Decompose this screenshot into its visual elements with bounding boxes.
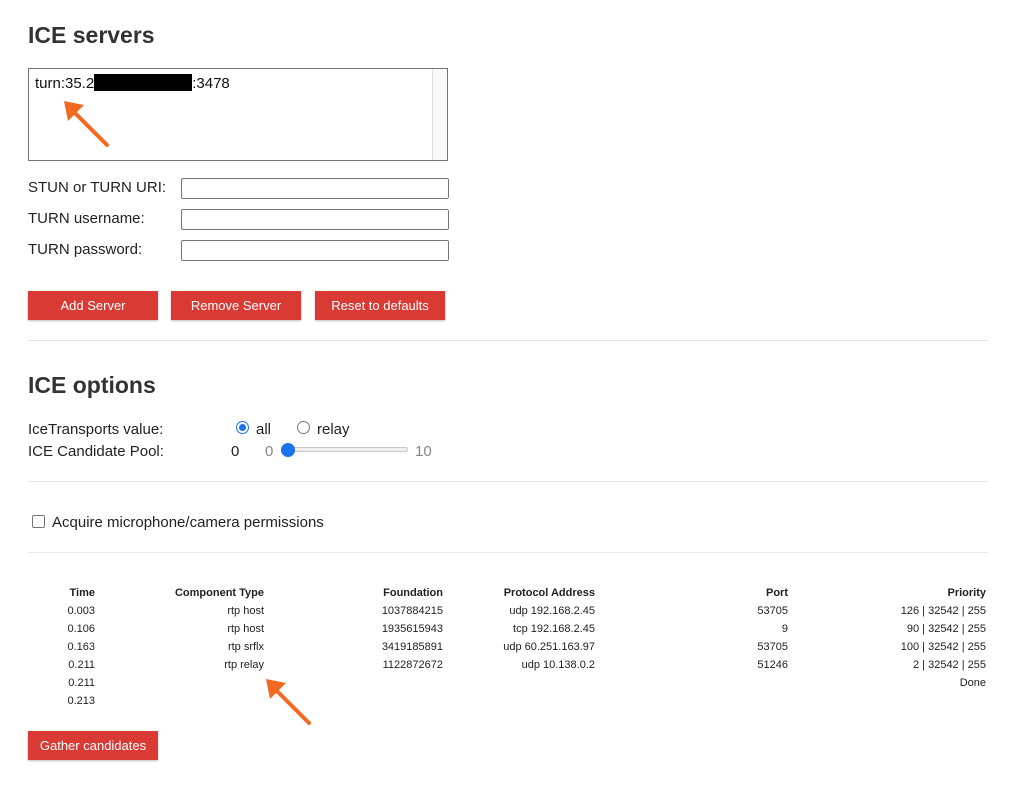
pool-slider[interactable] [282,447,408,452]
cell-port: 53705 [757,641,788,653]
add-server-button[interactable]: Add Server [28,291,158,320]
permissions-label[interactable]: Acquire microphone/camera permissions [52,514,324,531]
cell-component-type [95,674,264,692]
cell-foundation: 3419185891 [381,641,443,653]
cell-port: 51246 [757,659,788,671]
candidates-table: Time Component Type Foundation Protocol … [28,584,986,710]
cell-protocol-address [443,674,595,692]
transport-all-radio[interactable] [236,421,249,434]
ice-candidate-pool-label: ICE Candidate Pool: [28,443,164,460]
remove-server-button[interactable]: Remove Server [171,291,301,320]
cell-priority: 2 | 32542 | 255 [913,659,986,671]
cell-foundation [264,674,443,692]
cell-port: 53705 [757,605,788,617]
table-header-row: Time Component Type Foundation Protocol … [28,584,986,602]
stun-turn-uri-input[interactable] [181,178,449,199]
cell-time: 0.163 [67,641,95,653]
cell-priority: 100 | 32542 | 255 [900,641,986,653]
cell-priority: 90 | 32542 | 255 [906,623,986,635]
divider [28,552,988,553]
cell-component-type: rtp host [227,623,264,635]
cell-component-type: rtp srflx [227,641,264,653]
turn-password-input[interactable] [181,240,449,261]
ice-servers-list[interactable]: turn:35.2 :3478 [28,68,448,161]
cell-protocol-address: tcp 192.168.2.45 [513,623,595,635]
divider [28,481,988,482]
cell-time: 0.211 [68,659,95,671]
pool-min-label: 0 [265,443,274,460]
transport-relay-radio[interactable] [297,421,310,434]
cell-foundation [264,692,443,710]
permissions-checkbox[interactable] [32,515,45,528]
turn-username-input[interactable] [181,209,449,230]
header-foundation: Foundation [383,587,443,599]
table-row: 0.163 rtp srflx 3419185891 udp 60.251.16… [28,638,986,656]
table-row: 0.211 rtp relay 1122872672 udp 10.138.0.… [28,656,986,674]
cell-priority [788,692,986,710]
cell-protocol-address: udp 10.138.0.2 [521,659,595,671]
ice-servers-title: ICE servers [28,22,155,48]
server-list-item[interactable]: turn:35.2 :3478 [35,74,230,92]
cell-foundation: 1935615943 [381,623,443,635]
ice-transports-label: IceTransports value: [28,421,164,438]
table-row: 0.106 rtp host 1935615943 tcp 192.168.2.… [28,620,986,638]
cell-port: 9 [781,623,788,635]
server-uri-suffix: :3478 [192,75,230,92]
cell-port [595,692,788,710]
cell-component-type: rtp relay [224,659,264,671]
table-row: 0.213 [28,692,986,710]
cell-protocol-address: udp 192.168.2.45 [509,605,595,617]
table-row: 0.003 rtp host 1037884215 udp 192.168.2.… [28,602,986,620]
transport-all-label[interactable]: all [256,421,271,438]
header-port: Port [766,587,788,599]
cell-protocol-address: udp 60.251.163.97 [503,641,595,653]
reset-defaults-button[interactable]: Reset to defaults [315,291,445,320]
divider [28,340,988,341]
pool-value: 0 [231,443,240,460]
turn-username-label: TURN username: [28,210,145,227]
transport-relay-label[interactable]: relay [317,421,350,438]
header-component-type: Component Type [174,587,264,599]
cell-time: 0.213 [67,695,95,707]
header-time: Time [69,587,95,599]
cell-port [595,674,788,692]
list-scrollbar[interactable] [432,69,447,160]
ice-options-title: ICE options [28,372,156,398]
gather-candidates-button[interactable]: Gather candidates [28,731,158,760]
cell-time: 0.003 [67,605,95,617]
cell-component-type [95,692,264,710]
header-priority: Priority [947,587,986,599]
cell-time: 0.106 [67,623,95,635]
turn-password-label: TURN password: [28,241,143,258]
server-uri-prefix: turn:35.2 [35,75,95,92]
stun-turn-uri-label: STUN or TURN URI: [28,179,167,196]
cell-foundation: 1122872672 [382,659,443,671]
pool-slider-thumb[interactable] [281,443,295,457]
cell-foundation: 1037884215 [381,605,443,617]
cell-priority: Done [959,677,986,689]
redaction-block [94,74,193,91]
table-row: 0.211 Done [28,674,986,692]
header-protocol-address: Protocol Address [503,587,595,599]
cell-component-type: rtp host [227,605,264,617]
pool-max-label: 10 [415,443,432,460]
cell-protocol-address [443,692,595,710]
cell-time: 0.211 [68,677,95,689]
cell-priority: 126 | 32542 | 255 [900,605,986,617]
